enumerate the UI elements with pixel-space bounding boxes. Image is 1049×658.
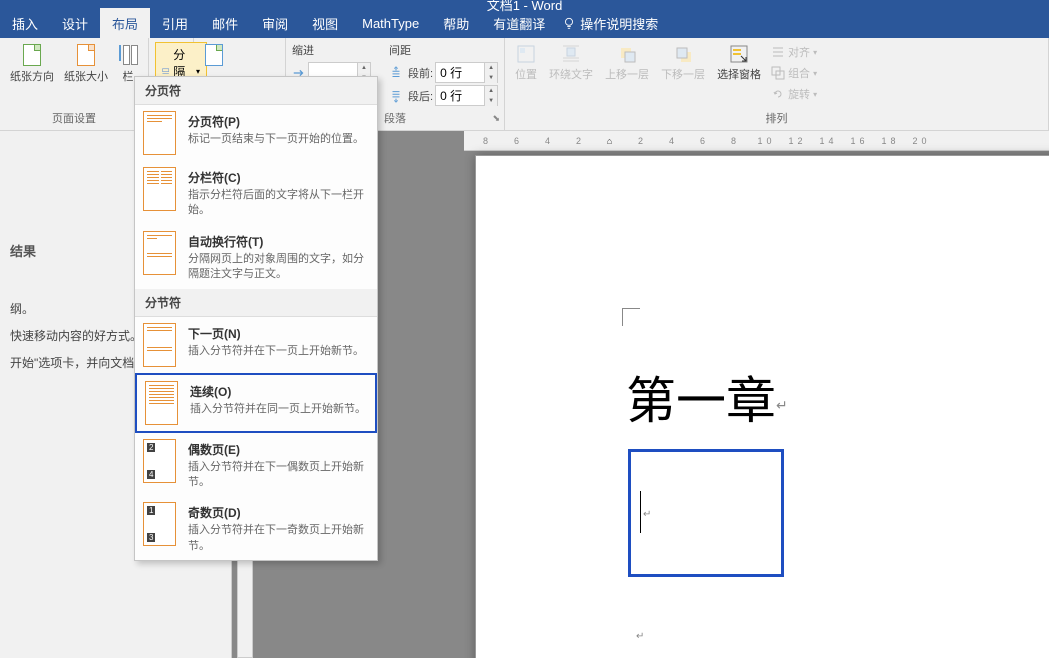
menu-continuous[interactable]: 连续(O)插入分节符并在同一页上开始新节。 [135, 373, 377, 433]
paragraph-launcher[interactable]: ⬊ [493, 113, 501, 124]
group-icon [771, 66, 785, 80]
menu-page-break[interactable]: 分页符(P)标记一页结束与下一页开始的位置。 [135, 105, 377, 161]
bring-forward-button[interactable]: 上移一层 [601, 42, 653, 84]
spin-down[interactable]: ▼ [485, 73, 497, 83]
text-wrapping-icon [143, 231, 176, 275]
tab-insert[interactable]: 插入 [0, 8, 50, 39]
menu-odd-page[interactable]: 13 奇数页(D)插入分节符并在下一奇数页上开始新节。 [135, 496, 377, 560]
manuscript-button[interactable] [200, 42, 228, 68]
page-setup-label: 页面设置 [52, 110, 96, 126]
paragraph-group-label: 段落 [384, 110, 406, 126]
document-page[interactable]: 第一章↵ ↵ ↵ [475, 155, 1049, 658]
tell-me-label: 操作说明搜索 [580, 14, 658, 33]
spacing-before-icon [389, 66, 403, 80]
chapter-heading[interactable]: 第一章↵ [626, 361, 788, 433]
spacing-controls: 间距 段前: ▲▼ 段后: ▲▼ [389, 42, 498, 106]
menu-even-page[interactable]: 24 偶数页(E)插入分节符并在下一偶数页上开始新节。 [135, 433, 377, 497]
margin-corner [622, 308, 640, 326]
lightbulb-icon [562, 16, 576, 30]
text-cursor-highlight[interactable]: ↵ [628, 449, 784, 577]
tab-design[interactable]: 设计 [50, 8, 100, 39]
menu-text-wrapping[interactable]: 自动换行符(T)分隔网页上的对象周围的文字，如分隔题注文字与正文。 [135, 225, 377, 289]
spin-down[interactable]: ▼ [485, 96, 497, 106]
window-title: 文档1 - Word [487, 0, 563, 14]
spacing-after-input[interactable] [436, 87, 484, 105]
size-button[interactable]: 纸张大小 [60, 42, 112, 86]
rotate-button[interactable]: 旋转▾ [767, 84, 821, 104]
page-orientation-icon [23, 44, 41, 66]
page-breaks-header: 分页符 [135, 77, 377, 105]
group-button[interactable]: 组合▾ [767, 63, 821, 83]
continuous-icon [145, 381, 178, 425]
next-page-icon [143, 323, 176, 367]
selection-pane-icon [729, 44, 749, 64]
selection-pane-button[interactable]: 选择窗格 [713, 42, 765, 84]
spin-up[interactable]: ▲ [358, 63, 370, 73]
spacing-before-spinbox[interactable]: ▲▼ [435, 62, 498, 83]
orientation-button[interactable]: 纸张方向 [6, 42, 58, 86]
caret [640, 491, 641, 533]
wrap-text-button[interactable]: 环绕文字 [545, 42, 597, 84]
tab-help[interactable]: 帮助 [431, 8, 481, 39]
spin-up[interactable]: ▲ [485, 63, 497, 73]
tab-mailings[interactable]: 邮件 [200, 8, 250, 39]
tab-layout[interactable]: 布局 [100, 8, 150, 39]
paragraph-mark-icon: ↵ [776, 399, 788, 414]
page-size-icon [77, 44, 95, 66]
tab-mathtype[interactable]: MathType [350, 10, 431, 37]
menu-column-break[interactable]: 分栏符(C)指示分栏符后面的文字将从下一栏开始。 [135, 161, 377, 225]
align-icon [771, 45, 785, 59]
position-icon [516, 44, 536, 64]
column-break-icon [143, 167, 176, 211]
paragraph-mark-icon: ↵ [643, 509, 651, 520]
even-page-icon: 24 [143, 439, 176, 483]
spacing-after-spinbox[interactable]: ▲▼ [435, 85, 498, 106]
arrange-group-label: 排列 [766, 110, 788, 126]
paragraph-mark-icon: ↵ [636, 631, 644, 642]
tab-review[interactable]: 审阅 [250, 8, 300, 39]
columns-icon [119, 45, 138, 65]
spacing-before-label: 段前: [408, 65, 433, 81]
spacing-after-icon [389, 89, 403, 103]
position-button[interactable]: 位置 [511, 42, 541, 84]
odd-page-icon: 13 [143, 502, 176, 546]
wrap-text-icon [561, 44, 581, 64]
group-page-setup: 纸张方向 纸张大小 栏 页面设置⬊ [0, 38, 149, 130]
send-backward-icon [673, 44, 693, 64]
spacing-after-label: 段后: [408, 88, 433, 104]
spacing-label: 间距 [389, 42, 498, 58]
breaks-dropdown-menu: 分页符 分页符(P)标记一页结束与下一页开始的位置。 分栏符(C)指示分栏符后面… [134, 76, 378, 561]
manuscript-icon [205, 44, 223, 66]
group-arrange: 位置 环绕文字 上移一层 下移一层 选择窗格 [505, 38, 1049, 130]
section-breaks-header: 分节符 [135, 289, 377, 317]
spacing-before-input[interactable] [436, 64, 484, 82]
tell-me-search[interactable]: 操作说明搜索 [562, 14, 658, 33]
bring-forward-icon [617, 44, 637, 64]
spin-up[interactable]: ▲ [485, 86, 497, 96]
tab-view[interactable]: 视图 [300, 8, 350, 39]
align-button[interactable]: 对齐▾ [767, 42, 821, 62]
indent-label: 缩进 [292, 42, 371, 58]
page-break-icon [143, 111, 176, 155]
menu-next-page[interactable]: 下一页(N)插入分节符并在下一页上开始新节。 [135, 317, 377, 373]
send-backward-button[interactable]: 下移一层 [657, 42, 709, 84]
rotate-icon [771, 87, 785, 101]
horizontal-ruler[interactable]: 8 6 4 2 ⌂ 2 4 6 8 101214161820 [464, 131, 1049, 151]
tab-references[interactable]: 引用 [150, 8, 200, 39]
